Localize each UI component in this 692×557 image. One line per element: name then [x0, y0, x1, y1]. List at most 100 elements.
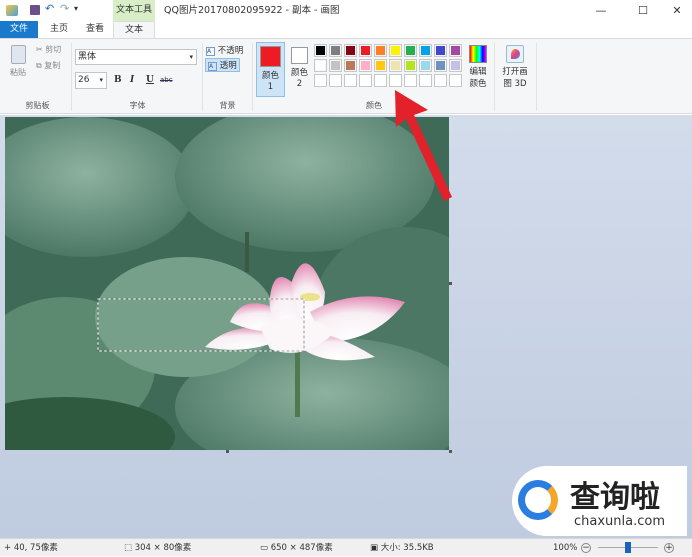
cursor-position-value: 40, 75像素 — [13, 543, 58, 553]
palette-swatch[interactable] — [329, 59, 342, 72]
palette-swatch[interactable] — [344, 44, 357, 57]
open-paint3d-button[interactable]: 打开画图 3D — [499, 44, 531, 90]
empty-custom-swatch[interactable] — [359, 74, 372, 87]
group-label-font: 字体 — [129, 101, 146, 110]
palette-swatch[interactable] — [434, 44, 447, 57]
minimize-button[interactable]: — — [586, 0, 616, 21]
tab-text[interactable]: 文本 — [113, 21, 155, 39]
color2-label: 颜色 2 — [290, 68, 308, 89]
image-canvas[interactable] — [5, 117, 449, 450]
palette-swatch[interactable] — [374, 44, 387, 57]
palette-swatch[interactable] — [434, 59, 447, 72]
ribbon-tabs: 文件 主页 查看 文本 — [0, 21, 692, 39]
cut-button[interactable]: ✂ 剪切 — [36, 44, 61, 55]
selection-icon: ⬚ — [124, 543, 135, 553]
strikethrough-button[interactable]: abc — [160, 76, 173, 84]
status-bar: + 40, 75像素 ⬚ 304 × 80像素 ▭ 650 × 487像素 ▣ … — [0, 538, 692, 556]
color-palette — [314, 44, 464, 89]
color1-button[interactable]: 颜色 1 — [256, 42, 285, 97]
undo-icon[interactable]: ↶ — [45, 2, 54, 15]
empty-custom-swatch[interactable] — [374, 74, 387, 87]
tab-view[interactable]: 查看 — [76, 21, 114, 38]
close-button[interactable]: ✕ — [662, 0, 692, 21]
context-tab-text-tools: 文本工具 — [113, 0, 155, 21]
opaque-label: 不透明 — [217, 46, 244, 56]
quick-access-dropdown-icon[interactable]: ▾ — [74, 4, 78, 13]
save-icon[interactable] — [30, 5, 40, 15]
group-label-clipboard: 剪贴板 — [25, 101, 50, 110]
copy-button[interactable]: ⧉ 复制 — [36, 60, 60, 71]
redo-icon[interactable]: ↷ — [60, 2, 69, 15]
watermark-logo-icon — [518, 480, 558, 520]
palette-swatch[interactable] — [389, 44, 402, 57]
cut-label: 剪切 — [45, 45, 62, 54]
watermark-url: chaxunla.com — [574, 514, 665, 529]
palette-swatch[interactable] — [374, 59, 387, 72]
cursor-position: + 40, 75像素 — [4, 539, 58, 557]
image-size: ▭ 650 × 487像素 — [260, 539, 333, 557]
tab-home[interactable]: 主页 — [40, 21, 78, 38]
image-size-icon: ▭ — [260, 543, 271, 553]
palette-swatch[interactable] — [344, 59, 357, 72]
disk-icon: ▣ — [370, 543, 381, 553]
zoom-out-button[interactable]: − — [581, 543, 591, 553]
transparent-button[interactable]: A 透明 — [205, 58, 240, 72]
palette-swatch[interactable] — [389, 59, 402, 72]
text-box-icon: A — [208, 62, 217, 71]
empty-custom-swatch[interactable] — [329, 74, 342, 87]
palette-swatch[interactable] — [419, 59, 432, 72]
red-arrow-annotation — [395, 90, 452, 201]
maximize-button[interactable]: ☐ — [628, 0, 658, 21]
palette-swatch[interactable] — [404, 44, 417, 57]
color2-swatch — [291, 47, 308, 64]
palette-swatch[interactable] — [449, 44, 462, 57]
selection-outline[interactable] — [98, 299, 304, 351]
color2-button[interactable]: 颜色 2 — [287, 42, 312, 97]
clipboard-icon — [10, 45, 26, 64]
resize-handle-right[interactable] — [449, 282, 452, 285]
window-title: QQ图片20170802095922 - 副本 - 画图 — [164, 5, 340, 16]
palette-swatch[interactable] — [419, 44, 432, 57]
chevron-down-icon: ▾ — [99, 76, 103, 84]
opaque-button[interactable]: A 不透明 — [206, 44, 243, 57]
font-family-select[interactable]: 黑体 ▾ — [75, 49, 197, 65]
empty-custom-swatch[interactable] — [344, 74, 357, 87]
color1-swatch — [260, 46, 281, 67]
ribbon: 粘贴 ✂ 剪切 ⧉ 复制 剪贴板 黑体 ▾ 26 ▾ B I U abc 字体 A … — [0, 38, 692, 114]
color-spectrum-icon — [469, 45, 487, 63]
edit-colors-button[interactable]: 编辑颜色 — [466, 44, 490, 90]
paste-label: 粘贴 — [10, 68, 26, 77]
palette-swatch[interactable] — [359, 44, 372, 57]
selection-size-value: 304 × 80像素 — [134, 543, 192, 553]
font-family-value: 黑体 — [78, 52, 97, 62]
group-label-background: 背景 — [219, 101, 236, 110]
font-size-value: 26 — [78, 75, 90, 85]
empty-custom-swatch[interactable] — [314, 74, 327, 87]
watermark: 查询啦 chaxunla.com — [512, 466, 687, 536]
file-size: ▣ 大小: 35.5KB — [370, 539, 434, 557]
underline-button[interactable]: U — [146, 75, 154, 85]
palette-swatch[interactable] — [314, 59, 327, 72]
paste-button[interactable]: 粘贴 — [6, 43, 30, 83]
text-box-icon: A — [206, 47, 215, 56]
palette-swatch[interactable] — [449, 59, 462, 72]
chevron-down-icon: ▾ — [189, 53, 193, 61]
palette-swatch[interactable] — [329, 44, 342, 57]
watermark-name: 查询啦 — [570, 480, 660, 515]
resize-handle-bottom[interactable] — [226, 450, 229, 453]
selection-size: ⬚ 304 × 80像素 — [124, 539, 191, 557]
zoom-slider-thumb[interactable] — [625, 542, 631, 553]
image-size-value: 650 × 487像素 — [270, 543, 333, 553]
palette-swatch[interactable] — [359, 59, 372, 72]
font-size-select[interactable]: 26 ▾ — [75, 72, 107, 89]
italic-button[interactable]: I — [130, 75, 134, 85]
paint-app-icon — [6, 5, 18, 16]
color1-label: 颜色 1 — [261, 71, 279, 92]
palette-swatch[interactable] — [314, 44, 327, 57]
tab-file[interactable]: 文件 — [0, 21, 38, 38]
palette-swatch[interactable] — [404, 59, 417, 72]
resize-handle-corner[interactable] — [449, 450, 452, 453]
bold-button[interactable]: B — [114, 75, 122, 85]
transparent-label: 透明 — [219, 61, 237, 71]
zoom-in-button[interactable]: + — [664, 543, 674, 553]
